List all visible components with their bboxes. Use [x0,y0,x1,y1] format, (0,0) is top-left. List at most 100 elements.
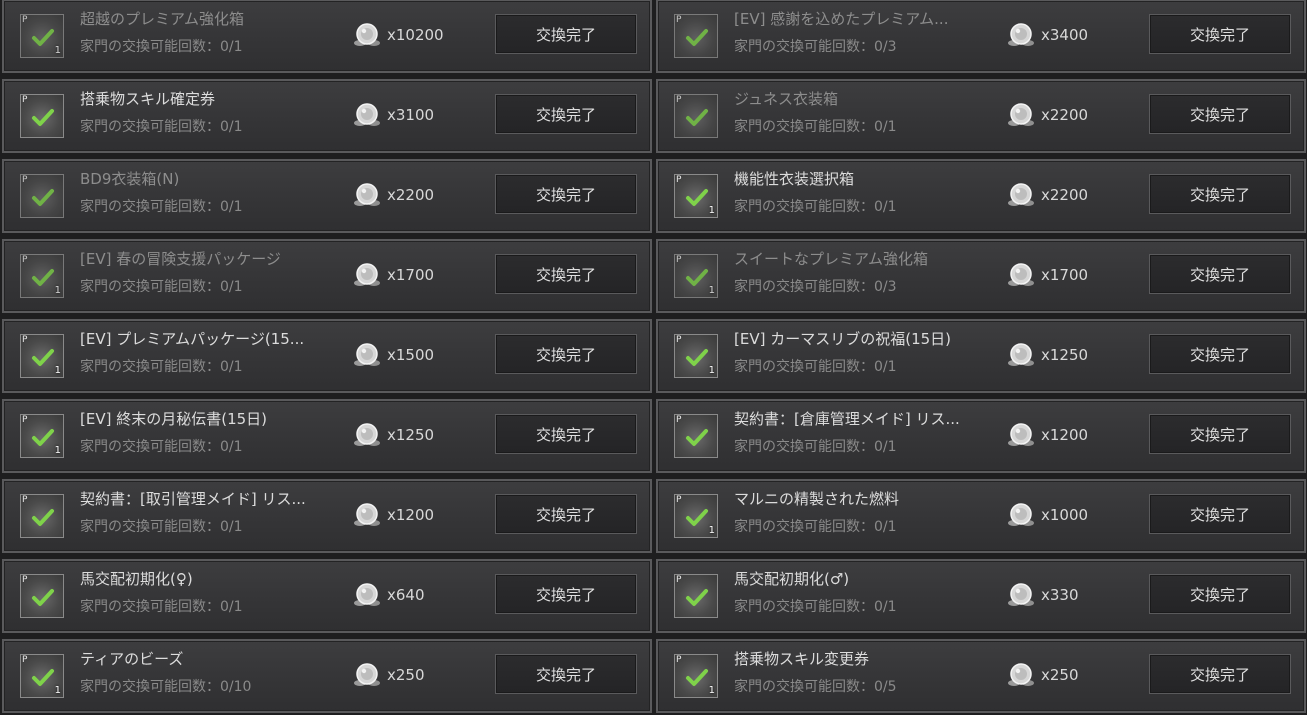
exchange-complete-button[interactable]: 交換完了 [495,174,637,214]
exchange-complete-button[interactable]: 交換完了 [1149,254,1291,294]
exchange-complete-button[interactable]: 交換完了 [1149,574,1291,614]
premium-badge: P [22,255,28,265]
exchange-item-row: P 1 [EV] 春の冒険支援パッケージ 家門の交換可能回数：0/1 x1700 交換完了 [2,239,652,313]
price-value: x10200 [387,26,444,44]
checkmark-icon [686,429,708,446]
item-name: 搭乗物スキル変更券 [734,650,870,668]
item-icon[interactable]: P1 [674,654,718,698]
item-quantity-badge: 1 [54,445,61,456]
item-quantity-badge: 1 [54,45,61,56]
exchange-limit-label: 家門の交換可能回数：0/1 [80,599,243,615]
item-quantity-badge: 1 [708,205,715,216]
exchange-complete-button[interactable]: 交換完了 [495,414,637,454]
item-name: 機能性衣装選択箱 [734,170,855,188]
checkmark-icon [686,589,708,606]
exchange-limit-label: 家門の交換可能回数：0/1 [734,519,897,535]
silver-coin-icon [1008,23,1034,46]
item-icon[interactable]: P [20,94,64,138]
item-icon[interactable]: P1 [674,494,718,538]
price-value: x2200 [387,186,435,204]
premium-badge: P [676,575,682,585]
price-value: x3400 [1041,26,1089,44]
price-value: x2200 [1041,186,1089,204]
item-icon[interactable]: P1 [20,254,64,298]
item-icon[interactable]: P1 [20,654,64,698]
item-price: x250 [352,663,425,687]
silver-coin-icon [354,23,380,46]
item-icon[interactable]: P1 [20,414,64,458]
exchange-complete-button[interactable]: 交換完了 [495,654,637,694]
item-quantity-badge: 1 [54,365,61,376]
price-value: x2200 [1041,106,1089,124]
item-name: BD9衣装箱(N) [80,170,180,188]
item-icon[interactable]: P [674,94,718,138]
item-icon[interactable]: P1 [20,14,64,58]
exchange-item-row: P 1 超越のプレミアム強化箱 家門の交換可能回数：0/1 x10200 交換完了 [2,0,652,73]
exchange-complete-button[interactable]: 交換完了 [1149,494,1291,534]
item-icon[interactable]: P [674,414,718,458]
premium-badge: P [676,15,682,25]
exchange-limit-label: 家門の交換可能回数：0/3 [734,39,897,55]
exchange-complete-button[interactable]: 交換完了 [1149,14,1291,54]
exchange-item-row: P 契約書：[倉庫管理メイド] リス... 家門の交換可能回数：0/1 x1200 交換… [656,399,1306,473]
checkmark-icon [686,349,708,366]
item-icon[interactable]: P [20,574,64,618]
item-price: x1250 [352,423,434,447]
exchange-complete-button[interactable]: 交換完了 [495,14,637,54]
exchange-limit-label: 家門の交換可能回数：0/1 [80,279,243,295]
item-name: 搭乗物スキル確定券 [80,90,216,108]
item-name: スイートなプレミアム強化箱 [734,250,928,268]
premium-badge: P [676,495,682,505]
item-name: マルニの精製された燃料 [734,490,900,508]
checkmark-icon [686,29,708,46]
item-icon[interactable]: P1 [674,254,718,298]
exchange-complete-button[interactable]: 交換完了 [1149,174,1291,214]
exchange-complete-button[interactable]: 交換完了 [1149,334,1291,374]
checkmark-icon [686,509,708,526]
exchange-complete-button[interactable]: 交換完了 [495,94,637,134]
item-icon[interactable]: P [674,14,718,58]
checkmark-icon [686,269,708,286]
item-icon[interactable]: P1 [674,174,718,218]
premium-badge: P [22,655,28,665]
item-price: x10200 [352,23,444,47]
item-name: 馬交配初期化(♂) [734,570,850,588]
exchange-item-grid: P 1 超越のプレミアム強化箱 家門の交換可能回数：0/1 x10200 交換完了 P [EV… [0,0,1307,715]
item-icon[interactable]: P [20,494,64,538]
item-price: x2200 [1006,103,1088,127]
exchange-limit-label: 家門の交換可能回数：0/3 [734,279,897,295]
exchange-complete-button[interactable]: 交換完了 [1149,414,1291,454]
item-name: 契約書：[取引管理メイド] リス... [80,490,306,508]
silver-coin-icon [354,583,380,606]
exchange-item-row: P 1 マルニの精製された燃料 家門の交換可能回数：0/1 x1000 交換完了 [656,479,1306,553]
price-value: x1250 [1041,346,1089,364]
item-name: [EV] プレミアムパッケージ(15... [80,330,305,348]
silver-coin-icon [1008,103,1034,126]
exchange-complete-button[interactable]: 交換完了 [495,254,637,294]
exchange-complete-button[interactable]: 交換完了 [495,334,637,374]
item-price: x2200 [352,183,434,207]
item-icon[interactable]: P [674,574,718,618]
item-icon[interactable]: P [20,174,64,218]
silver-coin-icon [1008,183,1034,206]
exchange-complete-button[interactable]: 交換完了 [495,574,637,614]
premium-badge: P [676,655,682,665]
price-value: x1500 [387,346,435,364]
exchange-complete-button[interactable]: 交換完了 [1149,94,1291,134]
exchange-limit-label: 家門の交換可能回数：0/10 [80,679,252,695]
exchange-complete-button[interactable]: 交換完了 [495,494,637,534]
price-value: x1250 [387,426,435,444]
exchange-complete-button[interactable]: 交換完了 [1149,654,1291,694]
item-price: x1500 [352,343,434,367]
exchange-item-row: P 1 [EV] カーマスリブの祝福(15日) 家門の交換可能回数：0/1 x1250 交… [656,319,1306,393]
silver-coin-icon [1008,343,1034,366]
exchange-limit-label: 家門の交換可能回数：0/1 [734,119,897,135]
price-value: x250 [387,666,425,684]
exchange-limit-label: 家門の交換可能回数：0/1 [734,359,897,375]
item-icon[interactable]: P1 [674,334,718,378]
item-icon[interactable]: P1 [20,334,64,378]
premium-badge: P [676,95,682,105]
premium-badge: P [676,175,682,185]
price-value: x1200 [1041,426,1089,444]
silver-coin-icon [1008,423,1034,446]
